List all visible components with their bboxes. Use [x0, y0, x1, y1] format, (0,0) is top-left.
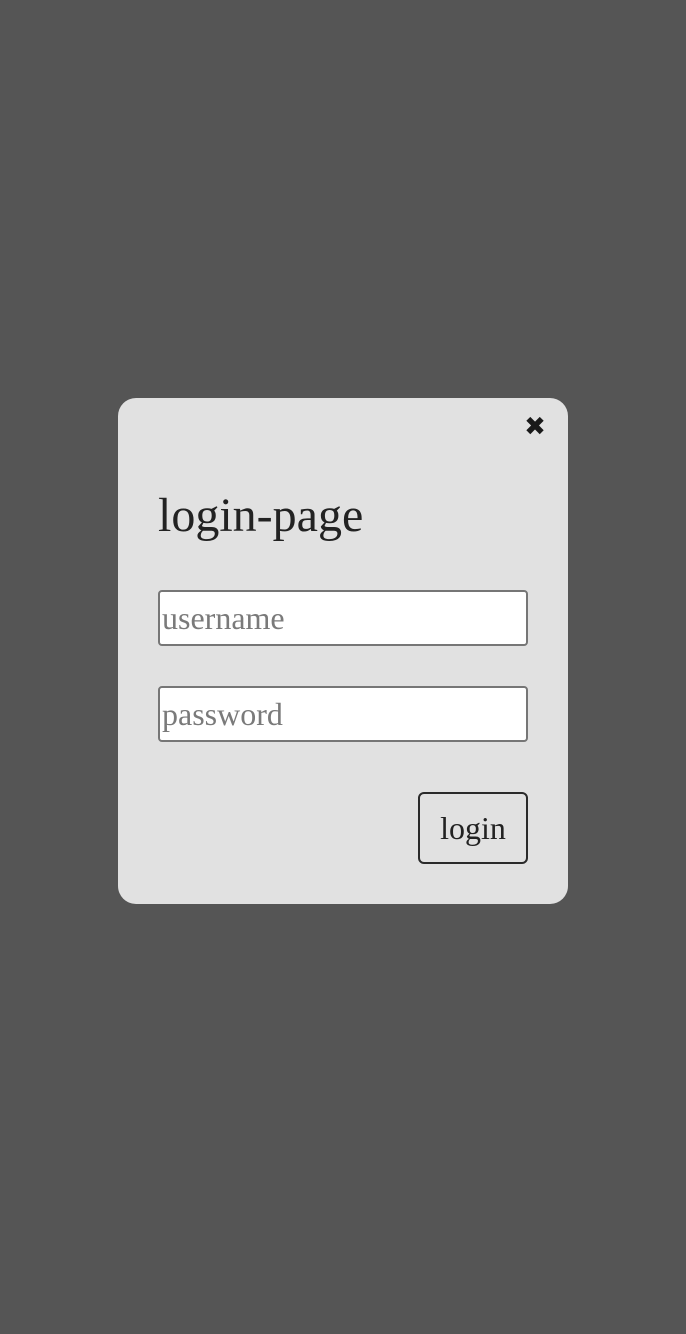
login-dialog: ✖ login-page login: [118, 398, 568, 904]
login-button[interactable]: login: [418, 792, 528, 864]
password-input[interactable]: [158, 686, 528, 742]
modal-backdrop[interactable]: ✖ login-page login: [0, 0, 686, 1334]
close-icon[interactable]: ✖: [522, 412, 548, 442]
page-title: login-page: [158, 489, 364, 542]
username-input[interactable]: [158, 590, 528, 646]
